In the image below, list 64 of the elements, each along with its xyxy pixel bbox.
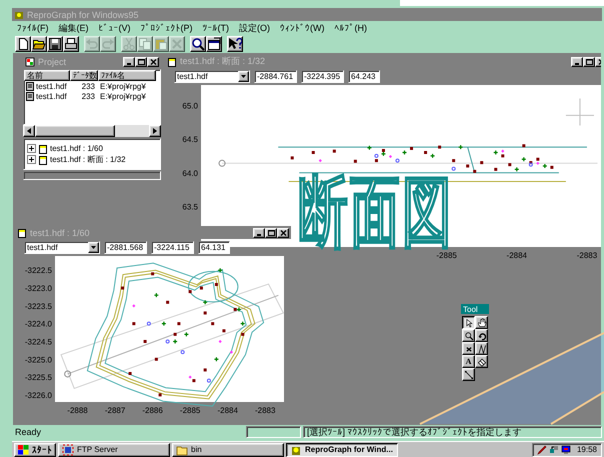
list-row[interactable]: test1.hdf 233 E:¥proj¥rpg¥: [24, 81, 160, 91]
x-tick-label: -2883: [576, 251, 598, 260]
clock: 19:58: [576, 445, 597, 454]
data-count: 233: [80, 92, 96, 100]
file-path: E:¥proj¥rpg¥: [99, 82, 147, 90]
x-coordinate-field[interactable]: -2881.568: [104, 241, 147, 254]
y-tick-label: -3223.5: [24, 302, 52, 311]
x-tick-label: -2884: [506, 251, 528, 260]
file-dropdown[interactable]: test1.hdf: [24, 241, 100, 254]
file-dropdown[interactable]: test1.hdf: [174, 70, 250, 83]
menu-item[interactable]: 設定(O): [234, 22, 275, 34]
y-tick-label: -3225.0: [24, 355, 52, 364]
x-tick-label: -2887: [104, 406, 126, 415]
menu-item[interactable]: ﾌﾟﾛｼﾞｪｸﾄ(P): [136, 23, 198, 33]
window-title: test1.hdf : 断面 : 1/32: [180, 55, 266, 68]
status-message: [選択ﾂｰﾙ] ﾏｳｽｸﾘｯｸで選択するｵﾌﾞｼﾞｪｸﾄを指定します: [303, 426, 602, 438]
menu-item[interactable]: 編集(E): [54, 22, 94, 34]
column-header[interactable]: ﾃﾞｰﾀ数: [70, 70, 98, 81]
file-name: test1.hdf: [36, 92, 67, 100]
window-title: Tool: [463, 304, 478, 314]
y-tick-label: -3226.0: [24, 390, 52, 400]
y-tick-label: -3224.5: [24, 337, 52, 346]
y-tick-label: -3223.0: [24, 284, 52, 294]
x-tick-label: -2884: [217, 406, 238, 415]
menu-item[interactable]: ﾋﾞｭｰ(V): [94, 23, 136, 33]
start-button[interactable]: ｽﾀｰﾄ: [14, 442, 56, 456]
y-coordinate-field[interactable]: -3224.395: [301, 70, 344, 83]
column-header[interactable]: 名前: [24, 70, 70, 81]
x-tick-label: -2888: [67, 406, 88, 415]
x-coordinate-field[interactable]: -2884.761: [254, 70, 297, 83]
y-tick-label: -3225.5: [24, 373, 52, 382]
taskbar-button[interactable]: FTP Server: [58, 442, 170, 456]
list-row[interactable]: test1.hdf 233 E:¥proj¥rpg¥: [24, 91, 160, 101]
menu-item[interactable]: ﾌｧｲﾙ(F): [12, 23, 54, 33]
status-text: Ready: [14, 426, 42, 438]
window-title: Project: [38, 56, 66, 66]
column-header[interactable]: ﾌｧｲﾙ名: [98, 70, 156, 81]
taskbar-button[interactable]: bin: [172, 442, 284, 456]
data-count: 233: [80, 82, 96, 90]
tree-item[interactable]: test1.hdf : 1/60: [50, 144, 103, 153]
window-title: test1.hdf : 1/60: [30, 228, 90, 238]
z-value-field[interactable]: 64.131: [198, 241, 230, 254]
y-tick-label: 64.0: [182, 168, 198, 178]
text-tool-button[interactable]: A: [462, 355, 475, 368]
menu-item[interactable]: ｳｨﾝﾄﾞｳ(W): [275, 23, 330, 33]
file-path: E:¥proj¥rpg¥: [99, 92, 147, 100]
window-title: ReproGraph for Windows95: [27, 10, 139, 20]
x-tick-label: -2883: [255, 406, 276, 415]
y-tick-label: 63.5: [182, 202, 198, 212]
y-tick-label: -3224.0: [24, 320, 52, 329]
caption-text: 断面図: [298, 172, 454, 253]
y-tick-label: -3222.5: [24, 266, 52, 276]
x-tick-label: -2885: [180, 406, 200, 415]
z-value-field[interactable]: 64.243: [348, 70, 380, 83]
taskbar-button[interactable]: ReproGraph for Wind...: [286, 442, 398, 456]
menu-item[interactable]: ﾍﾙﾌﾟ(H): [330, 23, 372, 33]
y-tick-label: 65.0: [182, 101, 198, 110]
x-tick-label: -2886: [142, 406, 163, 415]
tree-item[interactable]: test1.hdf : 断面 : 1/32: [50, 154, 126, 165]
file-name: test1.hdf: [36, 82, 67, 90]
x-tick-label: -2885: [436, 251, 457, 260]
menu-item[interactable]: ﾂｰﾙ(T): [198, 23, 234, 33]
y-tick-label: 64.5: [182, 135, 198, 144]
y-coordinate-field[interactable]: -3224.115: [151, 241, 194, 254]
